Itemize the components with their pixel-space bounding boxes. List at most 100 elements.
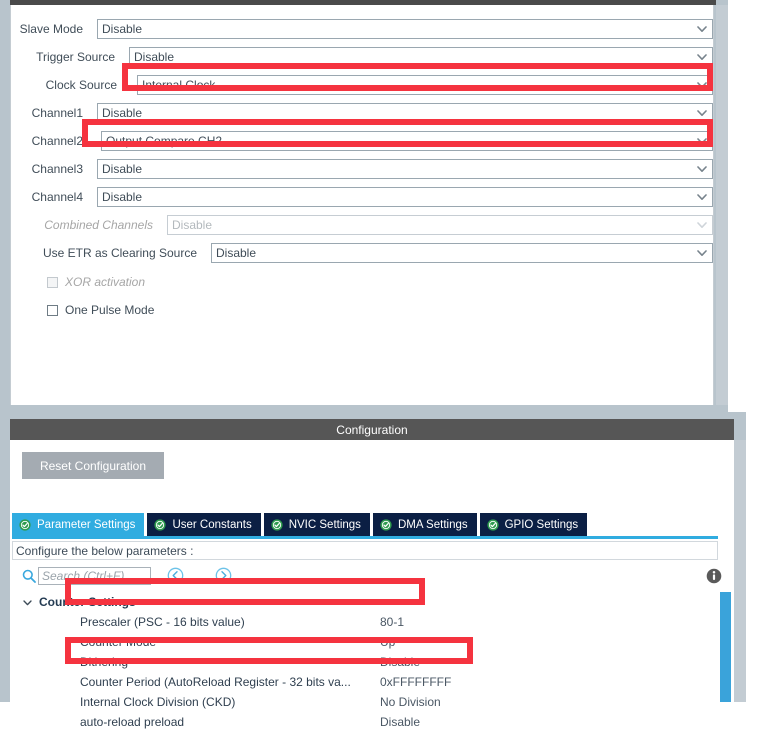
parameter-tree-scroll-thumb[interactable] [720,592,731,702]
chevron-down-icon [697,108,707,117]
field-row: Channel1 Disable [11,102,713,124]
parameter-value[interactable]: 80-1 [380,615,404,629]
dropdown-value: Disable [172,218,213,232]
dropdown-value: Internal Clock [142,78,216,92]
parameter-name: Internal Clock Division (CKD) [80,695,236,709]
check-circle-icon [487,518,499,531]
field-label: Combined Channels [44,218,153,232]
dropdown-channel4[interactable]: Disable [97,187,713,207]
parameter-value[interactable]: Up [380,635,395,649]
parameter-row[interactable]: Counter Mode Up [12,632,704,652]
dropdown-value: Disable [102,22,143,36]
field-label: Channel1 [31,106,83,120]
chevron-down-icon [697,80,707,89]
field-label: Use ETR as Clearing Source [42,246,197,260]
field-row: Trigger Source Disable [11,46,713,68]
configure-parameters-hint: Configure the below parameters : [12,541,718,560]
field-row: Combined Channels Disable [11,214,713,236]
parameter-row[interactable]: Counter Period (AutoReload Register - 32… [12,672,704,692]
dropdown-channel2[interactable]: Output Compare CH2 [101,131,713,151]
field-label: Slave Mode [19,22,83,36]
parameter-row[interactable]: auto-reload preload Disable [12,712,704,732]
parameter-name: Counter Period (AutoReload Register - 32… [80,675,351,689]
configuration-tab-bar: Parameter Settings User Constants NVIC Set… [12,513,590,536]
chevron-down-icon [697,136,707,145]
chevron-down-icon [697,164,707,173]
parameter-row[interactable]: Dithering Disable [12,652,704,672]
field-row: Channel3 Disable [11,158,713,180]
field-label: Channel4 [31,190,83,204]
tab-label: GPIO Settings [504,518,579,531]
chevron-down-icon [697,52,707,61]
mode-panel-right-margin [728,0,760,412]
parameter-name: Prescaler (PSC - 16 bits value) [80,615,245,629]
search-prev-button[interactable] [167,567,184,584]
configuration-body: Reset Configuration Parameter Settings Us… [10,440,734,729]
tab-label: Parameter Settings [37,518,136,531]
field-label: Trigger Source [36,50,115,64]
parameter-value[interactable]: Disable [380,655,420,669]
parameter-name: Dithering [80,655,129,669]
configuration-panel: Configuration Reset Configuration Parame… [0,412,760,729]
stm32cubemx-timer-configuration-screen: Slave Mode Disable Trigger Source Disable Cl… [0,0,760,729]
checkbox-box[interactable] [47,304,58,316]
dropdown-use-etr-as-clearing-source[interactable]: Disable [211,243,713,263]
chevron-down-icon [697,192,707,201]
checkbox-box [47,276,58,288]
checkbox-label: XOR activation [65,275,146,289]
parameter-row[interactable]: Internal Clock Division (CKD) No Division [12,692,704,712]
dropdown-clock-source[interactable]: Internal Clock [137,75,713,95]
tab-nvic-settings[interactable]: NVIC Settings [263,513,370,536]
tree-group-label: Counter Settings [39,595,136,609]
chevron-down-icon [697,220,707,229]
dropdown-value: Output Compare CH2 [106,134,223,148]
parameter-row[interactable]: Prescaler (PSC - 16 bits value) 80-1 [12,612,704,632]
configuration-outer-scrollbar[interactable] [734,440,746,702]
field-row: Use ETR as Clearing Source Disable [11,242,713,264]
dropdown-channel1[interactable]: Disable [97,103,713,123]
reset-configuration-button[interactable]: Reset Configuration [22,452,164,479]
tab-label: DMA Settings [397,518,468,531]
field-label: Channel2 [31,134,83,148]
search-icon [22,569,36,583]
parameter-name: auto-reload preload [80,715,185,729]
search-row [12,564,722,590]
configuration-title: Configuration [10,419,734,440]
chevron-down-icon[interactable] [22,597,33,608]
check-circle-icon [154,518,167,531]
search-next-button[interactable] [215,567,232,584]
check-circle-icon [19,518,31,531]
dropdown-value: Disable [102,106,143,120]
search-input[interactable] [38,567,151,585]
tab-gpio-settings[interactable]: GPIO Settings [479,513,588,536]
tab-user-constants[interactable]: User Constants [147,513,261,536]
checkbox-one-pulse-mode[interactable]: One Pulse Mode [47,300,154,320]
dropdown-value: Disable [102,190,143,204]
dropdown-value: Disable [134,50,175,64]
tree-group-counter-settings[interactable]: Counter Settings [12,592,704,612]
field-row: Channel4 Disable [11,186,713,208]
field-row: Slave Mode Disable [11,18,713,40]
tab-label: User Constants [172,518,252,531]
configuration-right-margin [746,412,760,702]
checkbox-label: One Pulse Mode [65,303,155,317]
parameter-value[interactable]: No Division [380,695,441,709]
tab-label: NVIC Settings [288,518,361,531]
parameter-value[interactable]: Disable [380,715,420,729]
info-icon[interactable] [706,568,722,584]
parameter-value[interactable]: 0xFFFFFFFF [380,675,451,689]
dropdown-trigger-source[interactable]: Disable [129,47,713,67]
dropdown-combined-channels: Disable [167,215,713,235]
check-circle-icon [271,518,283,531]
field-label: Channel3 [31,162,83,176]
dropdown-channel3[interactable]: Disable [97,159,713,179]
mode-panel: Slave Mode Disable Trigger Source Disable Cl… [0,0,760,412]
field-row: Channel2 Output Compare CH2 [11,130,713,152]
mode-panel-form: Slave Mode Disable Trigger Source Disable Cl… [10,5,714,405]
tab-parameter-settings[interactable]: Parameter Settings [12,513,145,536]
field-row: Clock Source Internal Clock [11,74,713,96]
tab-dma-settings[interactable]: DMA Settings [372,513,477,536]
dropdown-slave-mode[interactable]: Disable [97,19,713,39]
parameter-name: Counter Mode [80,635,157,649]
mode-panel-scrollbar[interactable] [716,5,728,405]
